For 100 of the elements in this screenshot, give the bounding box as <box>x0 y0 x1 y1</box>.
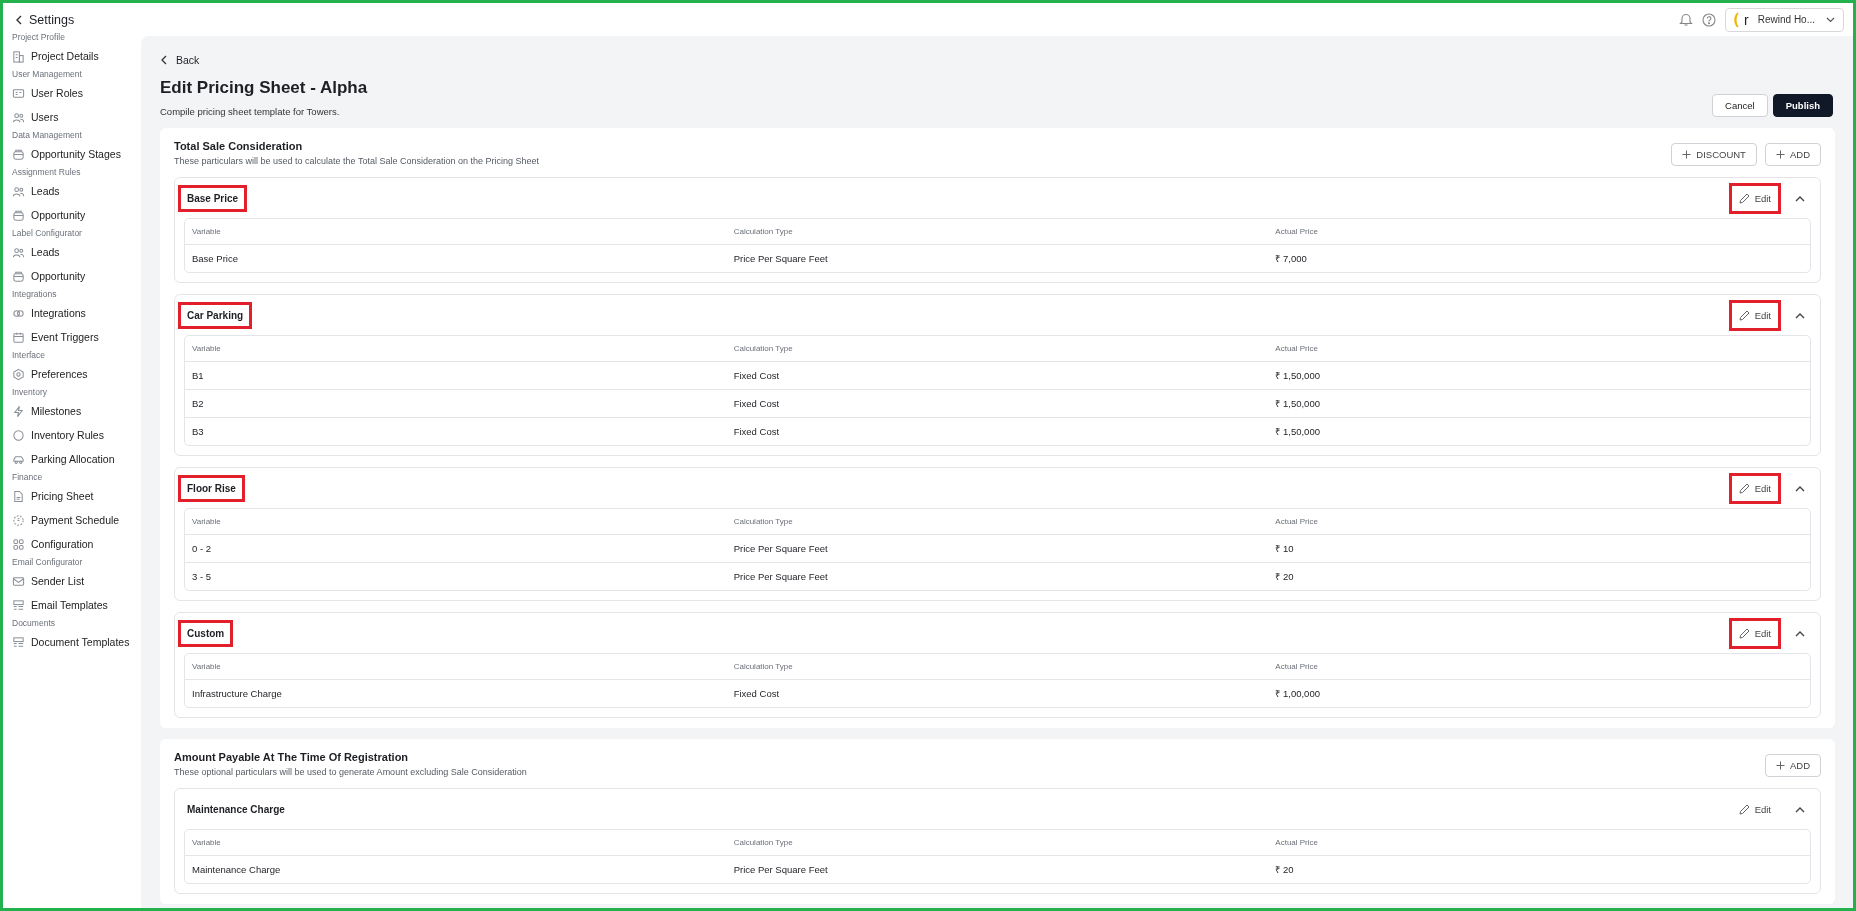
pencil-icon <box>1738 192 1750 204</box>
settings-back-link[interactable]: Settings <box>15 13 141 27</box>
sidebar-item[interactable]: Milestones <box>12 399 82 423</box>
edit-button[interactable]: Edit <box>1728 182 1781 214</box>
card-title: Car Parking <box>178 301 253 329</box>
mail-icon <box>12 574 25 588</box>
chevron-up-icon[interactable] <box>1795 484 1805 492</box>
sidebar-item[interactable]: Inventory Rules <box>12 423 104 447</box>
column-header: Calculation Type <box>732 517 793 526</box>
users-icon <box>12 184 25 198</box>
sidebar-item[interactable]: Event Triggers <box>12 325 99 349</box>
idcard-icon <box>12 86 25 100</box>
cancel-button[interactable]: Cancel <box>1712 94 1768 117</box>
group-label: Interface <box>12 349 47 362</box>
column-header: Calculation Type <box>732 227 793 236</box>
pencil-icon <box>1738 627 1750 639</box>
column-header: Calculation Type <box>732 838 793 847</box>
sidebar-item[interactable]: User Roles <box>12 81 83 105</box>
hex-icon <box>12 367 25 381</box>
column-header: Variable <box>191 838 221 847</box>
notification-bell-icon[interactable] <box>1679 12 1694 27</box>
edit-button[interactable]: Edit <box>1728 617 1781 649</box>
sidebar-item[interactable]: Email Templates <box>12 593 108 617</box>
group-label: Label Configurator <box>12 227 83 240</box>
circle-icon <box>12 428 25 442</box>
page-title: Edit Pricing Sheet - Alpha <box>160 78 368 98</box>
column-header: Variable <box>191 662 221 671</box>
users-icon <box>12 245 25 259</box>
account-name: Rewind Ho... <box>1757 14 1815 25</box>
section-description: These particulars will be used to calculate the Total Sale Consideration on the Pricing Sheet <box>174 156 540 166</box>
pencil-icon <box>1738 309 1750 321</box>
chevron-up-icon[interactable] <box>1795 805 1805 813</box>
chevron-up-icon[interactable] <box>1795 311 1805 319</box>
plus-icon <box>1775 150 1785 159</box>
publish-button[interactable]: Publish <box>1772 94 1833 117</box>
logo-letter: r <box>1744 11 1749 28</box>
box-icon <box>12 269 25 283</box>
action-button[interactable]: ADD <box>1764 143 1821 166</box>
sidebar-item[interactable]: Preferences <box>12 362 88 386</box>
action-button[interactable]: ADD <box>1764 754 1821 777</box>
account-dropdown[interactable]: r Rewind Ho... <box>1725 7 1844 32</box>
column-header: Calculation Type <box>732 344 793 353</box>
edit-button[interactable]: Edit <box>1728 793 1781 825</box>
chevron-up-icon[interactable] <box>1795 194 1805 202</box>
edit-button[interactable]: Edit <box>1728 472 1781 504</box>
table-cell-text: Fixed Cost <box>732 426 780 437</box>
sidebar-item[interactable]: Payment Schedule <box>12 508 120 532</box>
section-title: Amount Payable At The Time Of Registration <box>174 751 410 763</box>
sidebar-item[interactable]: Configuration <box>12 532 94 556</box>
pencil-icon <box>1738 482 1750 494</box>
sidebar-item[interactable]: Document Templates <box>12 630 130 654</box>
page-subtitle: Compile pricing sheet template for Towers. <box>160 106 341 117</box>
table-cell-text: ₹ 20 <box>1274 863 1294 876</box>
chevron-up-icon[interactable] <box>1795 629 1805 637</box>
table-cell-text: Fixed Cost <box>732 688 780 699</box>
table-cell-text: Price Per Square Feet <box>732 571 828 582</box>
sidebar-item[interactable]: Opportunity Stages <box>12 142 121 166</box>
group-label: Data Management <box>12 129 83 142</box>
sidebar-item[interactable]: Pricing Sheet <box>12 484 94 508</box>
help-icon[interactable] <box>1702 12 1717 27</box>
table-cell-text: Price Per Square Feet <box>732 864 828 875</box>
group-label: Finance <box>12 471 44 484</box>
column-header: Calculation Type <box>732 662 793 671</box>
table-cell-text: Fixed Cost <box>732 370 780 381</box>
table-cell-text: 3 - 5 <box>191 571 211 582</box>
column-header: Variable <box>191 517 221 526</box>
column-header: Actual Price <box>1274 517 1318 526</box>
sidebar-item[interactable]: Users <box>12 105 59 129</box>
column-header: Actual Price <box>1274 344 1318 353</box>
sidebar-item[interactable]: Parking Allocation <box>12 447 115 471</box>
plus-icon <box>1682 150 1692 159</box>
section-description: These optional particulars will be used to generate Amount excluding Sale Consideration <box>174 767 527 777</box>
plus-icon <box>1775 761 1785 770</box>
column-header: Actual Price <box>1274 227 1318 236</box>
chevron-left-icon <box>160 55 168 65</box>
doc-icon <box>12 489 25 503</box>
sidebar-item[interactable]: Sender List <box>12 569 85 593</box>
edit-button[interactable]: Edit <box>1728 299 1781 331</box>
list-icon <box>12 598 25 612</box>
sidebar-item[interactable]: Opportunity <box>12 203 86 227</box>
sidebar-item[interactable]: Project Details <box>12 44 99 68</box>
action-button[interactable]: DISCOUNT <box>1671 143 1757 166</box>
table-cell-text: ₹ 7,000 <box>1274 252 1307 265</box>
table-cell-text: Price Per Square Feet <box>732 253 828 264</box>
column-header: Variable <box>191 227 221 236</box>
group-label: Project Profile <box>12 31 66 44</box>
pencil-icon <box>1738 803 1750 815</box>
sidebar-item[interactable]: Leads <box>12 240 60 264</box>
column-header: Actual Price <box>1274 662 1318 671</box>
column-header: Variable <box>191 344 221 353</box>
chevron-down-icon <box>1826 16 1835 23</box>
sidebar-item[interactable]: Integrations <box>12 301 86 325</box>
group-label: User Management <box>12 68 83 81</box>
group-label: Integrations <box>12 288 58 301</box>
sidebar-item[interactable]: Leads <box>12 179 60 203</box>
group-label: Inventory <box>12 386 48 399</box>
table-cell-text: Maintenance Charge <box>191 864 281 875</box>
back-link[interactable]: Back <box>160 54 200 66</box>
sidebar-item[interactable]: Opportunity <box>12 264 86 288</box>
card-title: Floor Rise <box>178 474 245 502</box>
